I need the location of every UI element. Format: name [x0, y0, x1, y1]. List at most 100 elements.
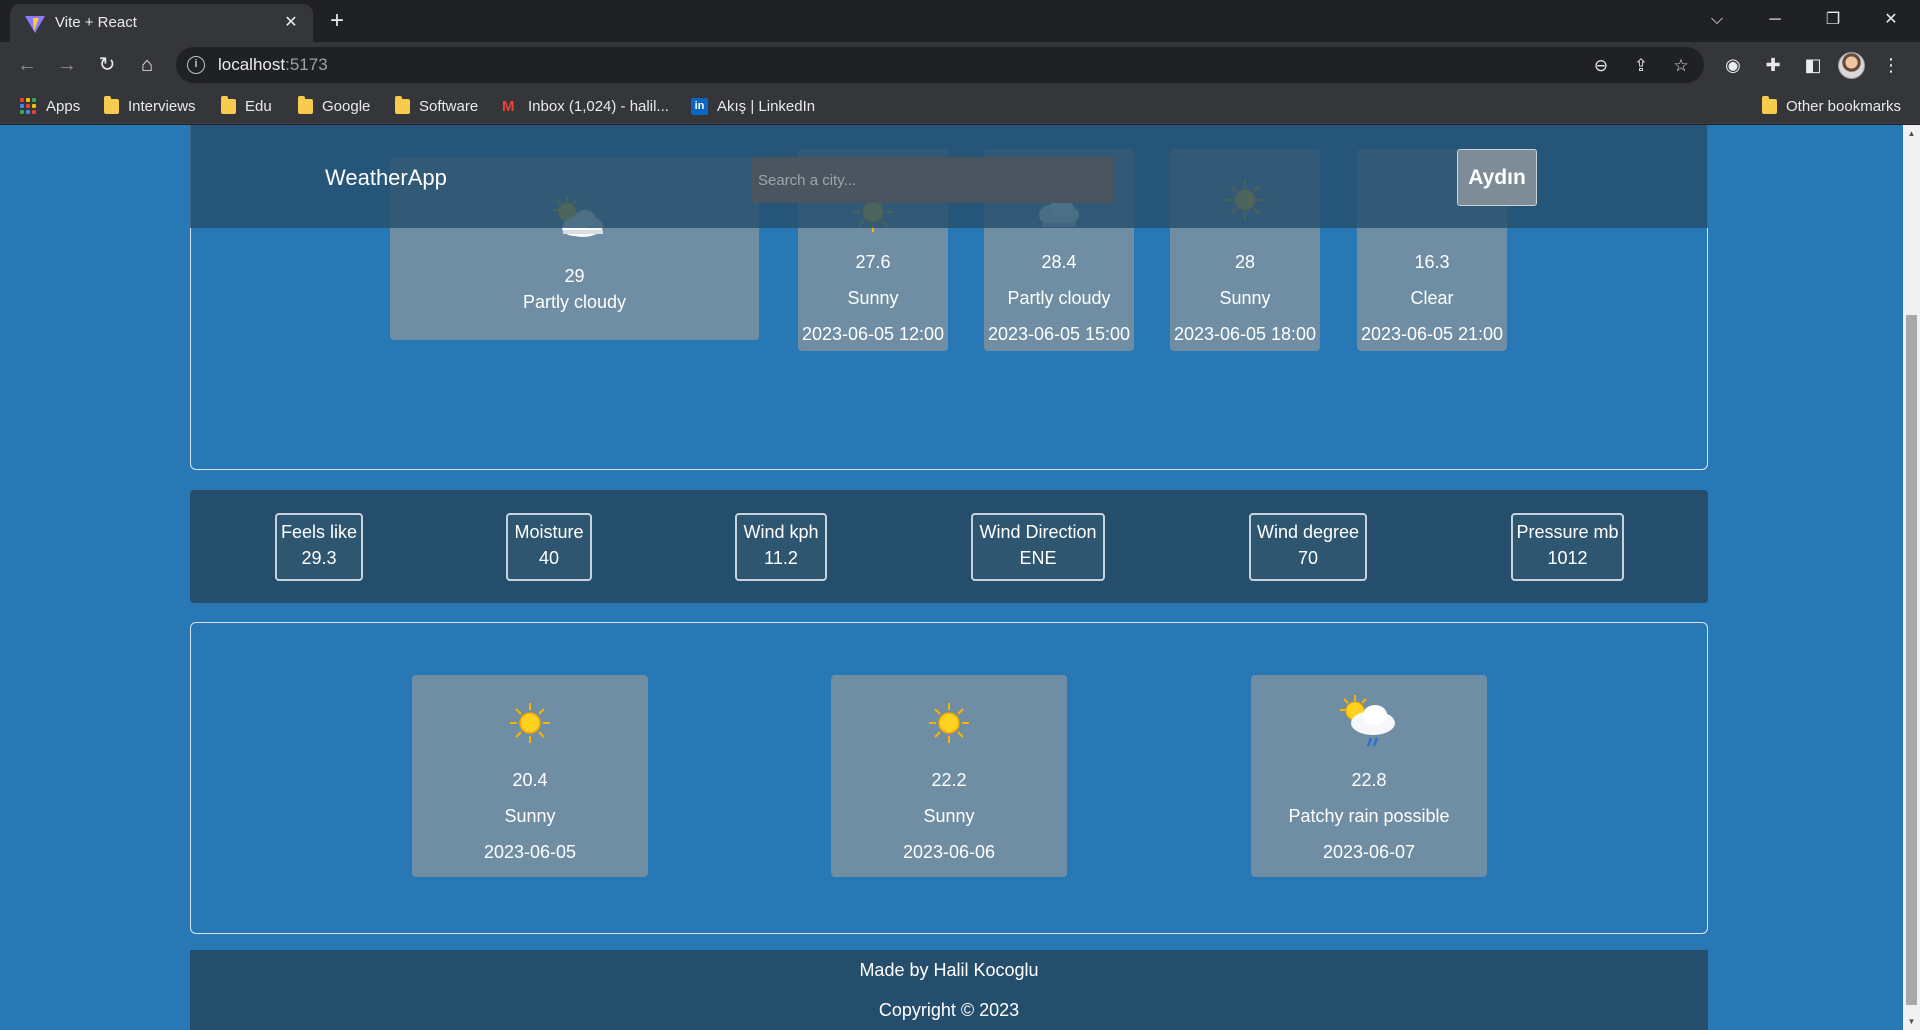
sun-icon: [510, 703, 550, 743]
sun-icon: [929, 703, 969, 743]
patchy-rain-icon: [1340, 695, 1395, 747]
daily-temperature: 22.2: [931, 770, 967, 790]
minimize-button[interactable]: ─: [1752, 4, 1798, 36]
reload-button[interactable]: ↻: [92, 50, 122, 80]
hourly-temperature: 28: [1234, 252, 1256, 272]
new-tab-button[interactable]: +: [323, 8, 351, 36]
daily-card: 20.4 Sunny 2023-06-05: [412, 675, 648, 877]
hourly-condition: Clear: [1410, 288, 1454, 308]
hourly-condition: Partly cloudy: [1007, 288, 1111, 308]
detail-label: Feels like: [280, 522, 358, 542]
close-window-button[interactable]: ✕: [1868, 4, 1914, 36]
hourly-temperature: 27.6: [855, 252, 891, 272]
restore-button[interactable]: ❐: [1810, 4, 1856, 36]
tab-search-chevron-icon[interactable]: ⌵: [1694, 4, 1740, 36]
bookmark-google[interactable]: Google: [298, 95, 370, 116]
detail-value: 11.2: [764, 548, 798, 568]
page-viewport: 29 Partly cloudy 27.6 Sunny 2023-06-05 1…: [0, 125, 1903, 1030]
detail-label: Wind degree: [1256, 522, 1360, 542]
bookmark-interviews[interactable]: Interviews: [104, 95, 196, 116]
bookmark-gmail-inbox[interactable]: M Inbox (1,024) - halil...: [502, 96, 669, 116]
daily-date: 2023-06-07: [1322, 842, 1416, 862]
extension-record-icon[interactable]: ◉: [1718, 50, 1748, 80]
url-text[interactable]: localhost:5173: [218, 55, 328, 75]
weather-details-strip: Feels like 29.3 Moisture 40 Wind kph 11.…: [190, 490, 1708, 603]
detail-value: 1012: [1547, 548, 1588, 568]
scroll-down-arrow-icon[interactable]: ▼: [1903, 1013, 1920, 1030]
scroll-up-arrow-icon[interactable]: ▲: [1903, 125, 1920, 142]
daily-condition: Sunny: [923, 806, 975, 826]
page-footer: Made by Halil Kocoglu Copyright © 2023: [190, 950, 1708, 1030]
home-button[interactable]: ⌂: [132, 50, 162, 80]
detail-feels-like: Feels like 29.3: [275, 513, 363, 581]
share-icon[interactable]: ⇪: [1628, 53, 1654, 79]
hourly-condition: Sunny: [1219, 288, 1271, 308]
detail-wind-kph: Wind kph 11.2: [735, 513, 827, 581]
zoom-icon[interactable]: ⊖: [1588, 53, 1614, 79]
side-panel-icon[interactable]: ◧: [1798, 50, 1828, 80]
detail-wind-degree: Wind degree 70: [1249, 513, 1367, 581]
site-info-icon[interactable]: i: [187, 56, 205, 74]
detail-label: Moisture: [514, 522, 584, 542]
hourly-temperature: 16.3: [1414, 252, 1450, 272]
scrollbar-thumb[interactable]: [1906, 315, 1917, 1005]
profile-avatar[interactable]: [1838, 52, 1865, 79]
current-condition: Partly cloudy: [522, 292, 627, 312]
browser-tab[interactable]: Vite + React ✕: [10, 4, 313, 42]
detail-pressure-mb: Pressure mb 1012: [1511, 513, 1624, 581]
hourly-time: 2023-06-05 12:00: [801, 324, 945, 344]
hourly-time: 2023-06-05 18:00: [1173, 324, 1317, 344]
detail-label: Pressure mb: [1516, 522, 1619, 542]
folder-icon: [104, 95, 119, 114]
apps-grid-icon: [20, 97, 37, 115]
bookmark-apps[interactable]: Apps: [20, 96, 80, 116]
detail-wind-direction: Wind Direction ENE: [971, 513, 1105, 581]
footer-copyright: Copyright © 2023: [878, 1000, 1020, 1020]
vite-logo-icon: [25, 16, 45, 33]
app-brand[interactable]: WeatherApp: [325, 165, 447, 191]
folder-icon: [298, 95, 313, 114]
footer-made-by: Made by Halil Kocoglu: [859, 960, 1039, 980]
daily-condition: Patchy rain possible: [1288, 806, 1450, 826]
hourly-time: 2023-06-05 21:00: [1360, 324, 1504, 344]
extensions-puzzle-icon[interactable]: ✚: [1758, 50, 1788, 80]
forward-button[interactable]: →: [52, 50, 82, 80]
browser-toolbar: ← → ↻ ⌂ i localhost:5173 ⊖ ⇪ ☆ ◉ ✚ ◧ ⋮: [0, 42, 1920, 88]
bookmark-star-icon[interactable]: ☆: [1668, 53, 1694, 79]
hourly-time: 2023-06-05 15:00: [987, 324, 1131, 344]
bookmark-software[interactable]: Software: [395, 95, 478, 116]
tab-close-icon[interactable]: ✕: [280, 12, 302, 34]
menu-kebab-icon[interactable]: ⋮: [1876, 50, 1906, 80]
current-temperature: 29: [564, 266, 585, 286]
detail-value: ENE: [1019, 548, 1057, 568]
folder-icon: [1762, 95, 1777, 114]
daily-card: 22.8 Patchy rain possible 2023-06-07: [1251, 675, 1487, 877]
back-button[interactable]: ←: [12, 50, 42, 80]
hourly-condition: Sunny: [847, 288, 899, 308]
linkedin-icon: in: [691, 97, 708, 115]
gmail-icon: M: [502, 97, 515, 115]
bookmark-edu[interactable]: Edu: [221, 95, 272, 116]
detail-value: 40: [538, 548, 560, 568]
detail-value: 70: [1297, 548, 1319, 568]
address-bar[interactable]: i localhost:5173 ⊖ ⇪ ☆: [176, 47, 1704, 83]
folder-icon: [395, 95, 410, 114]
daily-condition: Sunny: [504, 806, 556, 826]
app-navbar: WeatherApp Aydın: [190, 125, 1708, 228]
hourly-temperature: 28.4: [1041, 252, 1077, 272]
city-search-input[interactable]: [751, 157, 1114, 203]
daily-date: 2023-06-06: [902, 842, 996, 862]
city-button[interactable]: Aydın: [1457, 149, 1537, 206]
detail-moisture: Moisture 40: [506, 513, 592, 581]
detail-label: Wind Direction: [979, 522, 1097, 542]
folder-icon: [221, 95, 236, 114]
other-bookmarks[interactable]: Other bookmarks: [1762, 95, 1901, 116]
tab-title: Vite + React: [55, 14, 137, 31]
bookmark-linkedin[interactable]: in Akış | LinkedIn: [691, 96, 815, 116]
page-scrollbar[interactable]: ▲ ▼: [1903, 125, 1920, 1030]
detail-value: 29.3: [301, 548, 337, 568]
bookmarks-bar: Apps Interviews Edu Google Software M Inb…: [0, 88, 1920, 124]
daily-date: 2023-06-05: [483, 842, 577, 862]
detail-label: Wind kph: [743, 522, 819, 542]
browser-tab-strip: Vite + React ✕ + ⌵ ─ ❐ ✕: [0, 0, 1920, 42]
